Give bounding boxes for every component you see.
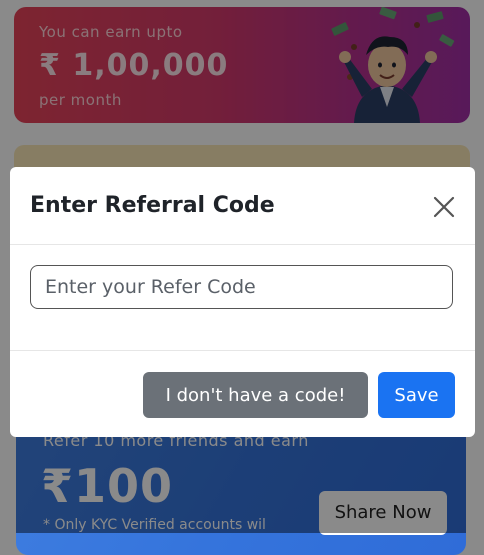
save-button[interactable]: Save <box>378 372 455 418</box>
footer-divider <box>10 350 475 351</box>
close-button[interactable] <box>430 193 458 221</box>
referral-code-dialog: Enter Referral Code I don't have a code!… <box>10 167 475 437</box>
refer-code-input[interactable] <box>30 265 453 309</box>
close-icon <box>433 196 455 218</box>
no-code-button[interactable]: I don't have a code! <box>143 372 368 418</box>
dialog-title: Enter Referral Code <box>30 193 275 218</box>
header-divider <box>10 244 475 245</box>
